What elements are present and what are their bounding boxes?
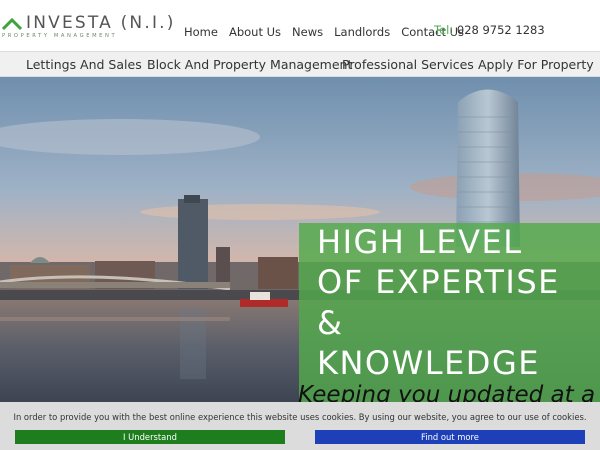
hero-headline-panel: HIGH LEVEL OF EXPERTISE & KNOWLEDGE [299, 223, 600, 402]
hero-subheadline: Keeping you updated at a [298, 382, 596, 402]
main-nav-professional-services[interactable]: Professional Services [342, 57, 474, 72]
roof-logo-icon [2, 17, 22, 31]
nav-home[interactable]: Home [184, 25, 218, 39]
phone-label: Tel: [434, 23, 454, 37]
hero-headline-line-2: OF EXPERTISE [317, 263, 560, 301]
cookie-message: In order to provide you with the best on… [13, 412, 587, 422]
nav-landlords[interactable]: Landlords [334, 25, 390, 39]
main-nav-lettings-and-sales[interactable]: Lettings And Sales [26, 57, 142, 72]
phone-number: 028 9752 1283 [456, 23, 545, 37]
hero-headline-line-3: & [317, 304, 344, 342]
cookie-banner: In order to provide you with the best on… [0, 402, 600, 450]
hero-banner: HIGH LEVEL OF EXPERTISE & KNOWLEDGE Keep… [0, 77, 600, 402]
site-header: INVESTA (N.I.) PROPERTY MANAGEMENT Home … [0, 0, 600, 50]
hero-headline-line-4: KNOWLEDGE [317, 344, 540, 382]
top-nav: Home About Us News Landlords Contact Us [184, 25, 475, 39]
main-nav: Lettings And Sales Block And Property Ma… [0, 51, 600, 77]
nav-about-us[interactable]: About Us [229, 25, 281, 39]
cookie-find-out-more-button[interactable]: Find out more [315, 430, 585, 444]
nav-news[interactable]: News [292, 25, 323, 39]
main-nav-block-and-property-management[interactable]: Block And Property Management [147, 57, 352, 72]
hero-headline-line-1: HIGH LEVEL [317, 223, 523, 261]
main-nav-apply-for-property[interactable]: Apply For Property [478, 57, 594, 72]
phone-contact[interactable]: Tel: 028 9752 1283 [434, 23, 545, 37]
logo-name: INVESTA (N.I.) [26, 13, 176, 33]
logo-tagline: PROPERTY MANAGEMENT [2, 33, 118, 39]
site-logo[interactable]: INVESTA (N.I.) PROPERTY MANAGEMENT [0, 12, 173, 42]
cookie-accept-button[interactable]: I Understand [15, 430, 285, 444]
